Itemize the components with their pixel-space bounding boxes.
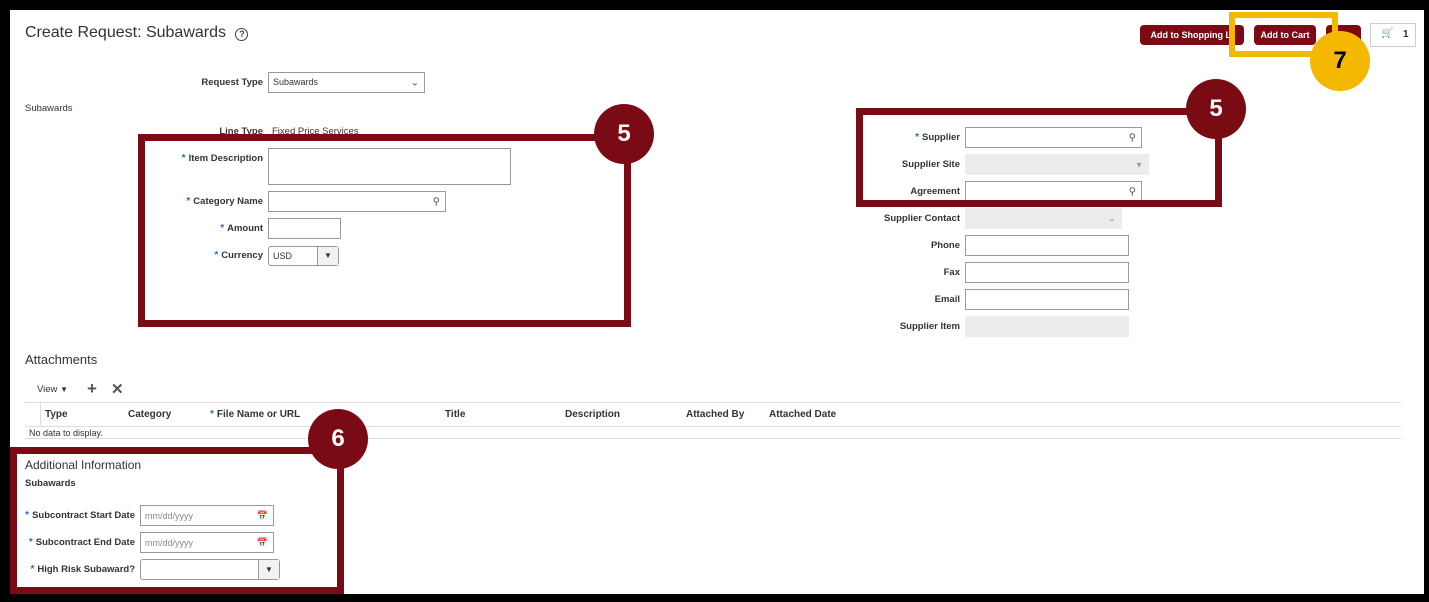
request-type-select[interactable]: Subawards ⌄ xyxy=(268,72,425,93)
annotation-box-item-fields xyxy=(138,134,631,327)
email-input[interactable] xyxy=(965,289,1129,310)
supplier-contact-select[interactable]: ⌄ xyxy=(965,208,1122,229)
cart-count: 1 xyxy=(1403,29,1409,40)
page-title-text: Create Request: Subawards xyxy=(25,24,226,41)
col-file-name[interactable]: * File Name or URL xyxy=(210,409,300,420)
phone-input[interactable] xyxy=(965,235,1129,256)
add-icon[interactable]: + xyxy=(87,379,97,399)
col-attached-date[interactable]: Attached Date xyxy=(769,409,836,420)
supplier-item-input xyxy=(965,316,1129,337)
phone-label: Phone xyxy=(930,240,960,251)
col-category[interactable]: Category xyxy=(128,409,171,420)
chevron-down-icon: ⌄ xyxy=(1107,213,1116,224)
table-header-bottom-border xyxy=(25,426,1401,427)
col-description[interactable]: Description xyxy=(565,409,620,420)
fax-input[interactable] xyxy=(965,262,1129,283)
email-label: Email xyxy=(934,294,960,305)
view-menu[interactable]: View ▼ xyxy=(37,384,68,395)
delete-icon[interactable]: ✕ xyxy=(111,380,124,398)
section-label: Subawards xyxy=(25,103,73,114)
annotation-number-6: 6 xyxy=(308,409,368,469)
chevron-down-icon: ⌄ xyxy=(410,77,419,88)
fax-label: Fax xyxy=(943,267,960,278)
annotation-number-5-left: 5 xyxy=(594,104,654,164)
request-type-value: Subawards xyxy=(273,77,319,87)
annotation-box-supplier-fields xyxy=(856,108,1222,207)
table-header-top-border xyxy=(25,402,1401,403)
col-attached-by[interactable]: Attached By xyxy=(686,409,744,420)
attachments-table-header: Type Category * File Name or URL Title De… xyxy=(25,404,1401,426)
cart-widget[interactable]: 🛒 1 xyxy=(1370,23,1416,47)
help-icon[interactable]: ? xyxy=(235,28,249,41)
empty-table-message: No data to display. xyxy=(29,428,103,438)
supplier-item-label: Supplier Item xyxy=(899,321,960,332)
annotation-number-7: 7 xyxy=(1310,31,1370,91)
attachments-title: Attachments xyxy=(25,352,98,367)
page-title: Create Request: Subawards ? xyxy=(25,24,249,42)
supplier-contact-label: Supplier Contact xyxy=(883,213,960,224)
col-type[interactable]: Type xyxy=(45,409,68,420)
table-bottom-border xyxy=(25,438,1401,439)
cart-icon: 🛒 xyxy=(1381,28,1394,39)
annotation-number-5-right: 5 xyxy=(1186,79,1246,139)
caret-down-icon: ▼ xyxy=(60,385,68,394)
page-frame: Create Request: Subawards ? Add to Shopp… xyxy=(10,10,1424,594)
annotation-box-additional-info xyxy=(10,447,344,594)
request-type-label: Request Type xyxy=(201,77,263,88)
col-title[interactable]: Title xyxy=(445,409,465,420)
